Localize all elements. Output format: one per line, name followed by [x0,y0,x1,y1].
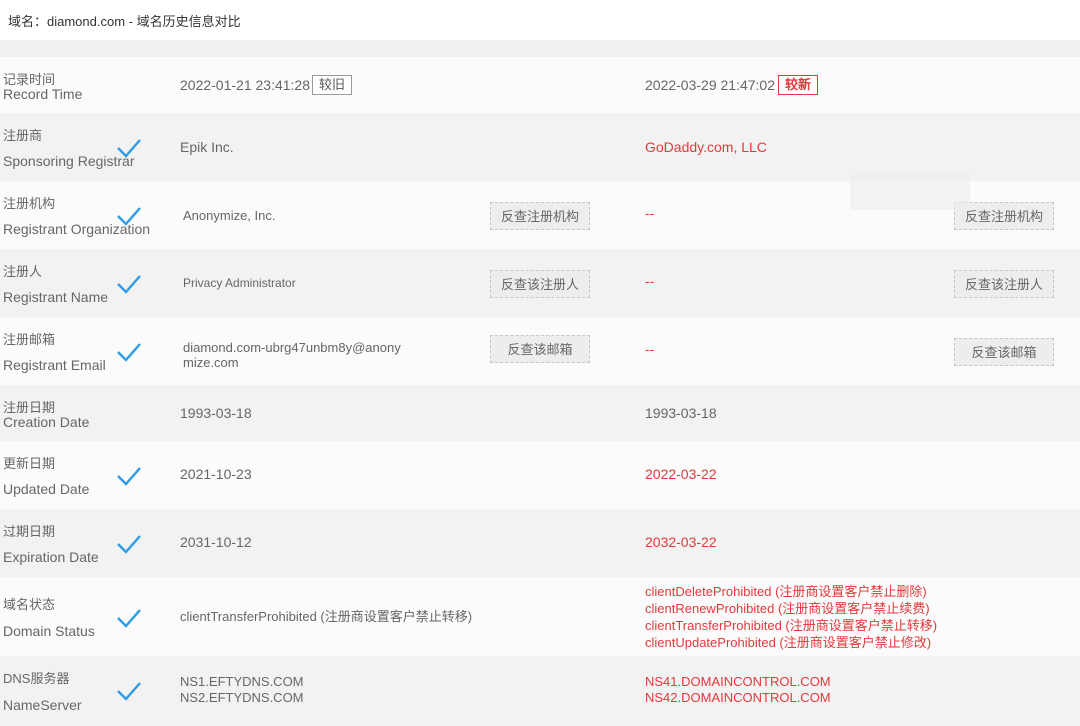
checkmark-icon [117,275,141,294]
label-cn: 过期日期 [3,524,56,539]
label-cn: 更新日期 [3,456,56,471]
old-domain-status: clientTransferProhibited (注册商设置客户禁止转移) [180,609,473,624]
old-expiration-date: 2031-10-12 [180,534,252,550]
old-record-time: 2022-01-21 23:41:28 [180,77,310,93]
label-en: Registrant Email [3,357,106,373]
reverse-lookup-name-button-new[interactable]: 反查该注册人 [954,270,1054,298]
new-nameserver-1: NS41.DOMAINCONTROL.COM [645,674,831,689]
new-registrar: GoDaddy.com, LLC [645,139,767,155]
label-cn: 注册商 [3,128,43,143]
checkmark-icon [117,609,141,628]
old-email-line1: diamond.com-ubrg47unbm8y@anony [183,340,401,355]
page-header: 域名：diamond.com - 域名历史信息对比 [0,0,1080,40]
row-domain-status: 域名状态 Domain Status clientTransferProhibi… [0,577,1080,656]
row-creation-date: 注册日期 Creation Date 1993-03-18 1993-03-18 [0,385,1080,441]
new-nameserver-2: NS42.DOMAINCONTROL.COM [645,690,831,705]
new-registrant-name: -- [645,273,655,289]
old-updated-date: 2021-10-23 [180,466,252,482]
reverse-lookup-org-button-old[interactable]: 反查注册机构 [490,202,590,230]
status-line: clientRenewProhibited (注册商设置客户禁止续费) [645,601,930,616]
reverse-lookup-email-button-new[interactable]: 反查该邮箱 [954,338,1054,366]
label-en: Registrant Name [3,289,109,305]
label-cn: 注册机构 [3,196,56,211]
older-badge: 较旧 [312,75,353,95]
checkmark-icon [117,139,141,158]
newer-badge: 较新 [778,75,819,95]
old-email-line2: mize.com [183,355,239,370]
row-expiration-date: 过期日期 Expiration Date 2031-10-12 2032-03-… [0,509,1080,577]
status-line: clientUpdateProhibited (注册商设置客户禁止修改) [645,635,932,650]
reverse-lookup-email-button-old[interactable]: 反查该邮箱 [490,335,590,363]
label-en: Record Time [3,86,83,102]
old-creation-date: 1993-03-18 [180,405,252,421]
label-en: Expiration Date [3,549,99,565]
checkmark-icon [117,467,141,486]
label-cn: 注册人 [3,264,43,279]
new-email: -- [645,341,655,357]
page-title: 域名：diamond.com - 域名历史信息对比 [8,14,241,29]
status-line: clientDeleteProhibited (注册商设置客户禁止删除) [645,584,927,599]
new-domain-status-list: clientDeleteProhibited (注册商设置客户禁止删除) cli… [645,583,937,651]
old-registrant-name: Privacy Administrator [183,276,296,290]
old-registrar: Epik Inc. [180,139,234,155]
label-cn: DNS服务器 [3,671,70,686]
row-registrant-name: 注册人 Registrant Name Privacy Administrato… [0,249,1080,317]
label-en: NameServer [3,697,82,713]
old-nameserver-2: NS2.EFTYDNS.COM [180,690,304,705]
row-updated-date: 更新日期 Updated Date 2021-10-23 2022-03-22 [0,441,1080,509]
label-en: Creation Date [3,414,90,430]
new-record-time: 2022-03-29 21:47:02 [645,77,775,93]
checkmark-icon [117,682,141,701]
label-cn: 域名状态 [3,597,56,612]
checkmark-icon [117,343,141,362]
reverse-lookup-name-button-old[interactable]: 反查该注册人 [490,270,590,298]
checkmark-icon [117,535,141,554]
label-en: Updated Date [3,481,90,497]
checkmark-icon [117,207,141,226]
faded-overlay [850,170,970,210]
label-cn: 注册邮箱 [3,332,56,347]
header-divider-band [0,40,1080,57]
row-nameserver: DNS服务器 NameServer NS1.EFTYDNS.COM NS2.EF… [0,656,1080,726]
new-updated-date: 2022-03-22 [645,466,717,482]
label-en: Domain Status [3,623,95,639]
old-nameserver-1: NS1.EFTYDNS.COM [180,674,304,689]
new-creation-date: 1993-03-18 [645,405,717,421]
new-expiration-date: 2032-03-22 [645,534,717,550]
new-organization: -- [645,205,655,221]
row-registrant-email: 注册邮箱 Registrant Email diamond.com-ubrg47… [0,317,1080,385]
label-en: Sponsoring Registrar [3,153,135,169]
row-record-time: 记录时间 Record Time 2022-01-21 23:41:28 较旧 … [0,57,1080,113]
old-organization: Anonymize, Inc. [183,208,276,223]
status-line: clientTransferProhibited (注册商设置客户禁止转移) [645,618,938,633]
